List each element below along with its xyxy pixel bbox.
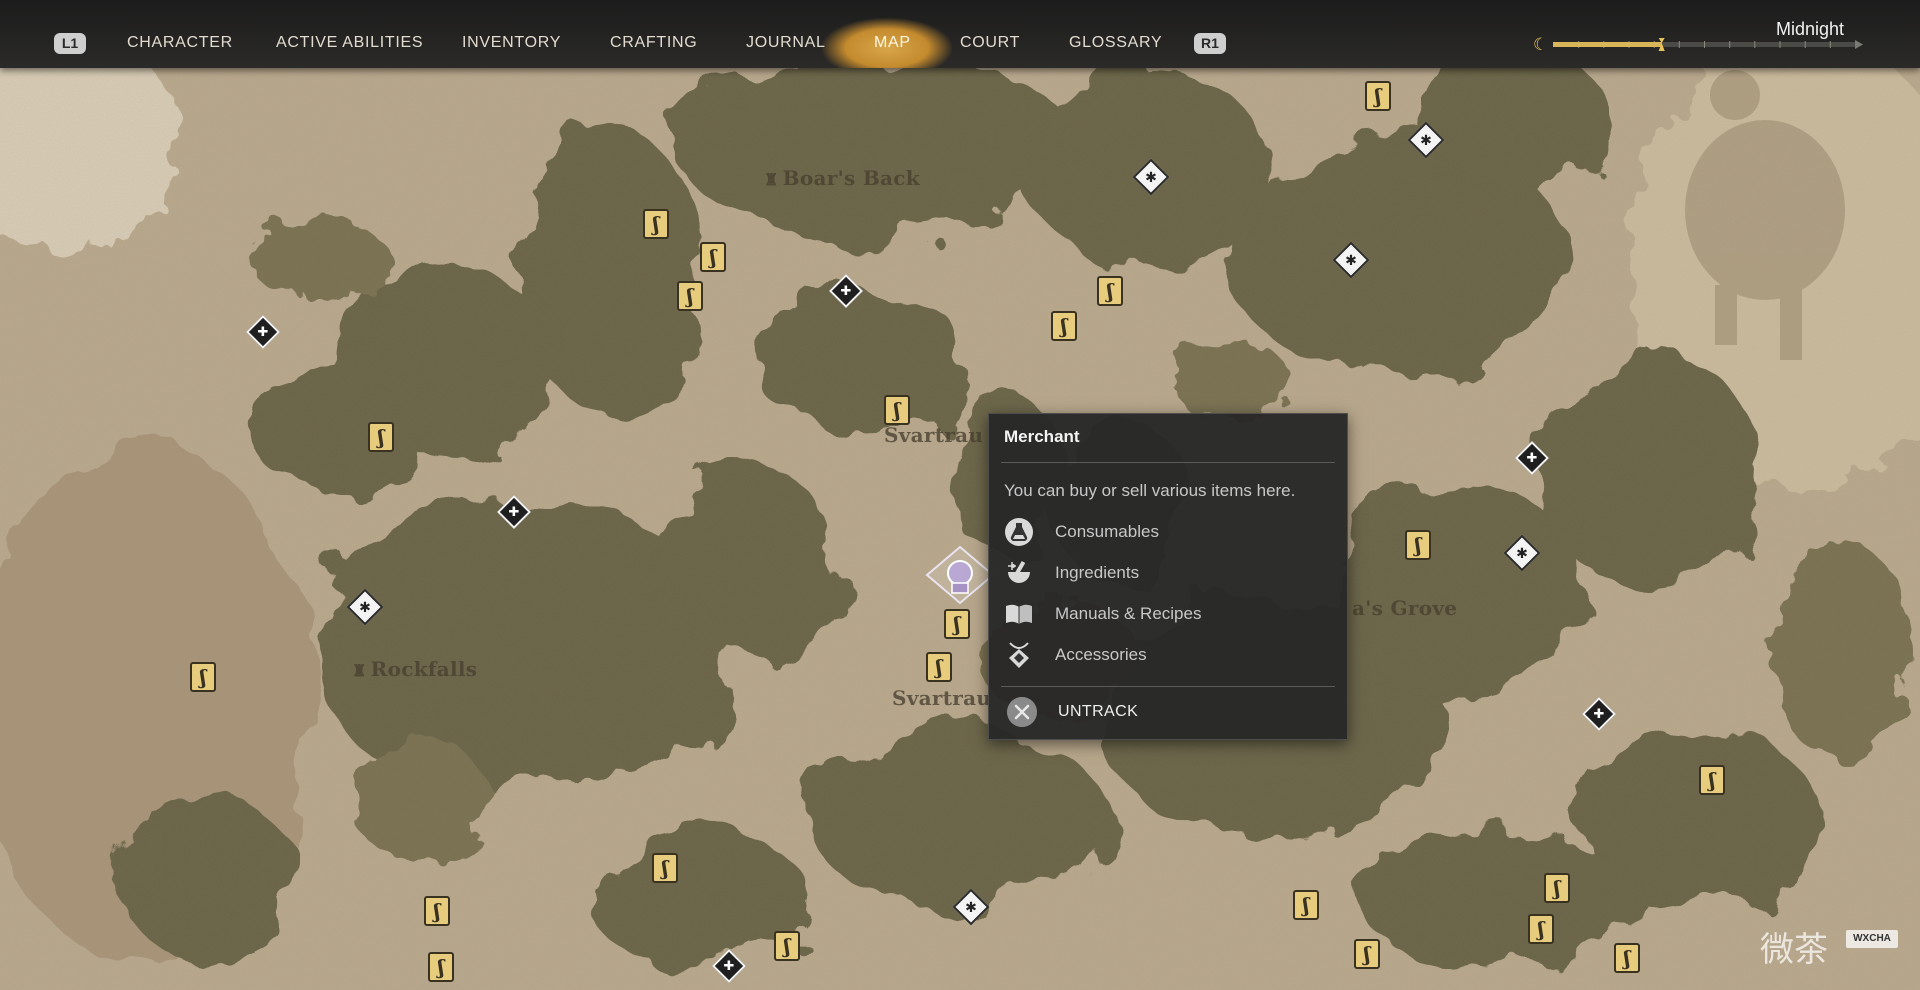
merchant-sign-icon[interactable]: ʃ <box>1293 890 1319 920</box>
open-book-icon <box>1006 604 1032 624</box>
watermark-badge: WXCHA <box>1846 930 1898 948</box>
time-bar-tick <box>1678 41 1680 48</box>
tooltip-item: Ingredients <box>1004 558 1324 592</box>
tooltip-item: Manuals & Recipes <box>1004 599 1324 633</box>
merchant-sign-icon[interactable]: ʃ <box>428 952 454 982</box>
merchant-sign-icon[interactable]: ʃ <box>424 896 450 926</box>
mortar-pestle-icon <box>1008 560 1030 583</box>
merchant-tooltip: Merchant You can buy or sell various ite… <box>988 413 1348 740</box>
time-bar-tick <box>1804 41 1806 48</box>
tooltip-divider <box>1001 686 1335 687</box>
tooltip-item-label: Consumables <box>1055 522 1159 541</box>
tooltip-divider <box>1001 462 1335 463</box>
map-terrain <box>0 0 1920 990</box>
merchant-sign-icon[interactable]: ʃ <box>700 242 726 272</box>
tab-journal[interactable]: JOURNAL <box>746 33 826 53</box>
time-bar-fill <box>1553 42 1662 47</box>
place-label: ♜ Boar's Back <box>764 166 920 190</box>
merchant-sign-icon[interactable]: ʃ <box>944 609 970 639</box>
place-label: a's Grove <box>1352 596 1458 620</box>
tab-glossary[interactable]: GLOSSARY <box>1069 33 1162 53</box>
place-label: Svartrau <box>884 423 984 447</box>
merchant-sign-icon[interactable]: ʃ <box>368 422 394 452</box>
tab-active-abilities[interactable]: ACTIVE ABILITIES <box>276 33 423 53</box>
merchant-sign-icon[interactable]: ʃ <box>1699 765 1725 795</box>
time-bar-end-arrow <box>1855 40 1863 49</box>
place-label: ♜ Rockfalls <box>352 657 478 681</box>
place-label: Svartrau <box>892 686 992 710</box>
crescent-moon-icon: ☾ <box>1533 36 1548 54</box>
r1-shoulder-button[interactable]: R1 <box>1194 33 1226 54</box>
merchant-sign-icon[interactable]: ʃ <box>643 209 669 239</box>
merchant-sign-icon[interactable]: ʃ <box>1354 939 1380 969</box>
tooltip-item-label: Accessories <box>1055 645 1147 664</box>
untrack-button[interactable]: UNTRACK <box>1007 696 1227 728</box>
merchant-sign-icon[interactable]: ʃ <box>884 395 910 425</box>
amulet-icon <box>1009 642 1029 668</box>
merchant-sign-icon[interactable]: ʃ <box>1097 276 1123 306</box>
tab-court[interactable]: COURT <box>960 33 1020 53</box>
tooltip-title: Merchant <box>1004 427 1080 446</box>
merchant-sign-icon[interactable]: ʃ <box>1051 311 1077 341</box>
watermark-text: 微茶 <box>1760 930 1828 970</box>
tab-character[interactable]: CHARACTER <box>127 33 233 53</box>
merchant-sign-icon[interactable]: ʃ <box>1544 873 1570 903</box>
merchant-sign-icon[interactable]: ʃ <box>774 931 800 961</box>
merchant-sign-icon[interactable]: ʃ <box>1405 530 1431 560</box>
untrack-label: UNTRACK <box>1058 703 1139 720</box>
l1-shoulder-button[interactable]: L1 <box>54 33 86 54</box>
merchant-sign-icon[interactable]: ʃ <box>190 662 216 692</box>
time-bar-tick <box>1754 41 1756 48</box>
time-bar-tick <box>1729 41 1731 48</box>
merchant-sign-icon[interactable]: ʃ <box>1614 943 1640 973</box>
time-bar-tick <box>1779 41 1781 48</box>
time-bar-tick <box>1829 41 1831 48</box>
merchant-sign-icon[interactable]: ʃ <box>677 281 703 311</box>
potion-flask-icon <box>1005 518 1033 546</box>
cross-button-icon <box>1007 697 1037 727</box>
player-position-icon <box>925 545 995 605</box>
tab-inventory[interactable]: INVENTORY <box>462 33 561 53</box>
fort-icon: ♜ <box>764 170 779 189</box>
tab-map[interactable]: MAP <box>874 33 911 53</box>
tooltip-item: Accessories <box>1004 640 1324 674</box>
time-of-day-bar: ☾ <box>1533 36 1863 54</box>
tooltip-item: Consumables <box>1004 517 1324 551</box>
top-navigation-bar: L1 CHARACTER ACTIVE ABILITIES INVENTORY … <box>0 0 1920 68</box>
tooltip-item-label: Manuals & Recipes <box>1055 604 1202 623</box>
world-map[interactable]: ♜ Boar's Back Svartrau ♜ Rockfalls Svartra… <box>0 0 1920 990</box>
tooltip-item-label: Ingredients <box>1055 563 1140 582</box>
merchant-sign-icon[interactable]: ʃ <box>1528 914 1554 944</box>
merchant-sign-icon[interactable]: ʃ <box>926 652 952 682</box>
tooltip-description: You can buy or sell various items here. <box>1004 481 1296 500</box>
merchant-sign-icon[interactable]: ʃ <box>1365 81 1391 111</box>
tab-crafting[interactable]: CRAFTING <box>610 33 697 53</box>
merchant-sign-icon[interactable]: ʃ <box>652 853 678 883</box>
fort-icon: ♜ <box>352 661 367 680</box>
time-bar-tick <box>1704 41 1705 48</box>
